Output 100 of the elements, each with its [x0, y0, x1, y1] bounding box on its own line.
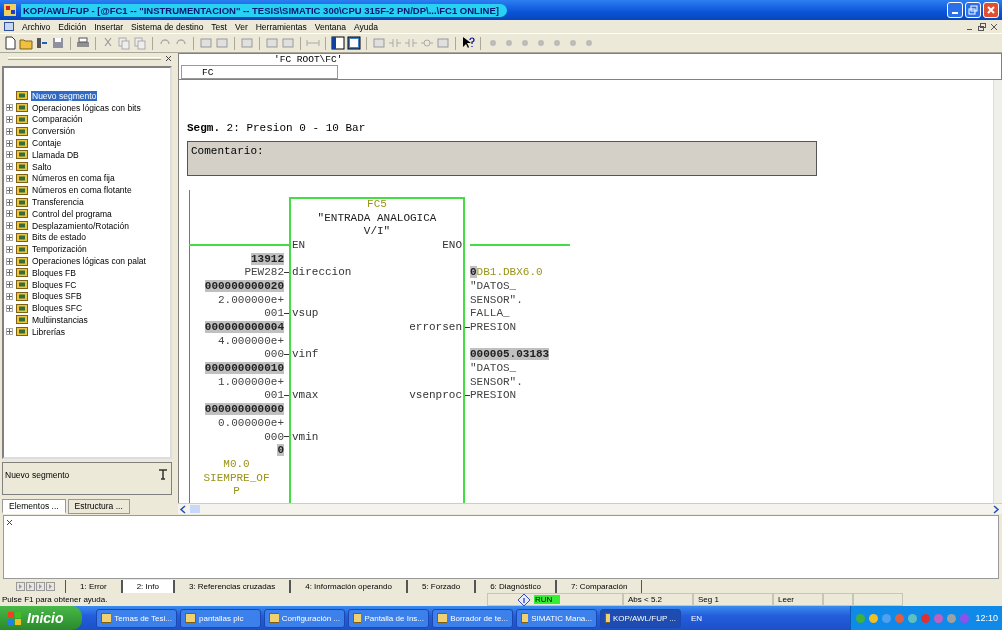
tray-icon[interactable]: [946, 612, 958, 624]
taskbar-button[interactable]: Temas de Tesi...: [96, 608, 177, 628]
tree-item[interactable]: Bloques SFC: [31, 303, 84, 314]
toolbar-icon[interactable]: [372, 36, 386, 50]
output-tab[interactable]: 2: Info: [121, 580, 174, 593]
output-tab[interactable]: 3: Referencias cruzadas: [173, 580, 291, 593]
tree-item[interactable]: Control del programa: [31, 208, 113, 219]
minimize-button[interactable]: [947, 2, 963, 18]
tab-nav-icon[interactable]: [46, 581, 55, 591]
taskbar-button[interactable]: SIMATIC Mana...: [516, 608, 597, 628]
paste-icon[interactable]: [133, 36, 147, 50]
menu-item[interactable]: Ver: [234, 21, 248, 32]
taskbar-button[interactable]: Borrador de te...: [432, 608, 513, 628]
tab-nav-icon[interactable]: [16, 581, 25, 591]
tray-icon[interactable]: [959, 612, 971, 624]
block-combo[interactable]: FC: [181, 65, 338, 79]
close-icon[interactable]: [165, 55, 172, 63]
expand-icon[interactable]: [6, 186, 13, 194]
panel-tab[interactable]: Elementos ...: [2, 499, 66, 514]
tree-item[interactable]: Bloques FB: [31, 267, 77, 278]
taskbar-button[interactable]: KOP/AWL/FUP ...: [600, 608, 681, 628]
expand-icon[interactable]: [6, 174, 13, 182]
tray-icon[interactable]: [920, 612, 932, 624]
toolbar-icon[interactable]: [281, 36, 295, 50]
window-icon[interactable]: [331, 36, 345, 50]
taskbar-button[interactable]: Configuración ...: [264, 608, 345, 628]
expand-icon[interactable]: [6, 210, 13, 218]
menu-item[interactable]: Insertar: [94, 21, 124, 32]
restore-icon[interactable]: [978, 22, 986, 31]
tree-item[interactable]: Temporización: [31, 244, 88, 255]
tree-item[interactable]: Llamada DB: [31, 149, 80, 160]
network-icon[interactable]: [35, 36, 49, 50]
expand-icon[interactable]: [6, 328, 13, 336]
tab-nav-icon[interactable]: [36, 581, 45, 591]
expand-icon[interactable]: [6, 222, 13, 230]
help-pointer-icon[interactable]: [461, 36, 475, 50]
taskbar-button[interactable]: Pantalla de Ins...: [348, 608, 429, 628]
expand-icon[interactable]: [6, 139, 13, 147]
output-tab[interactable]: 4: Información operando: [290, 580, 407, 593]
menu-item[interactable]: Sistema de destino: [131, 21, 204, 32]
expand-icon[interactable]: [6, 245, 13, 253]
tree-item[interactable]: Multiinstancias: [31, 315, 89, 325]
expand-icon[interactable]: [6, 269, 13, 277]
tree-item[interactable]: Operaciones lógicas con palat: [31, 256, 147, 266]
menu-item[interactable]: Edición: [58, 21, 87, 32]
expand-icon[interactable]: [6, 163, 13, 171]
tree-item[interactable]: Desplazamiento/Rotación: [31, 220, 130, 231]
open-folder-icon[interactable]: [19, 36, 33, 50]
expand-icon[interactable]: [6, 233, 13, 241]
tray-icon[interactable]: [855, 612, 867, 624]
expand-icon[interactable]: [6, 304, 13, 312]
output-tab[interactable]: 7: Comparación: [555, 580, 643, 593]
tree-item[interactable]: Transferencia: [31, 197, 85, 207]
tray-icon[interactable]: [894, 612, 906, 624]
output-tab[interactable]: 5: Forzado: [406, 580, 476, 593]
print-icon[interactable]: [76, 36, 90, 50]
toolbar-icon[interactable]: [265, 36, 279, 50]
expand-icon[interactable]: [6, 104, 13, 112]
tree-item[interactable]: Operaciones lógicas con bits: [31, 102, 142, 113]
close-icon[interactable]: [6, 519, 13, 526]
vertical-scrollbar[interactable]: [993, 80, 1002, 503]
window-icon[interactable]: [347, 36, 361, 50]
horizontal-scrollbar[interactable]: [178, 503, 1002, 514]
panel-tab[interactable]: Estructura ...: [67, 499, 130, 514]
coil-icon[interactable]: [420, 36, 434, 50]
menu-item[interactable]: Archivo: [22, 21, 51, 32]
tray-icon[interactable]: [868, 612, 880, 624]
menu-item[interactable]: Ayuda: [353, 21, 378, 32]
comment-field[interactable]: Comentario:: [187, 141, 817, 176]
output-tab[interactable]: 1: Error: [65, 580, 122, 593]
tree-item[interactable]: Bloques FC: [31, 279, 78, 290]
save-icon[interactable]: [51, 36, 65, 50]
close-button[interactable]: [983, 2, 999, 18]
taskbar-button[interactable]: pantallas plc: [180, 608, 261, 628]
tray-icon[interactable]: [881, 612, 893, 624]
toolbar-icon[interactable]: [240, 36, 254, 50]
language-indicator[interactable]: EN: [691, 613, 703, 623]
tray-icon[interactable]: [907, 612, 919, 624]
copy-icon[interactable]: [117, 36, 131, 50]
tree-item[interactable]: Bloques SFB: [31, 291, 83, 302]
expand-icon[interactable]: [6, 115, 13, 123]
new-file-icon[interactable]: [3, 36, 17, 50]
tray-icon[interactable]: [933, 612, 945, 624]
contact-icon[interactable]: [404, 36, 418, 50]
tab-nav-icon[interactable]: [26, 581, 35, 591]
close-icon[interactable]: [990, 22, 998, 31]
pin-icon[interactable]: [157, 467, 169, 482]
tree-item[interactable]: Comparación: [31, 114, 84, 125]
expand-icon[interactable]: [6, 257, 13, 265]
tree-item[interactable]: Bits de estado: [31, 232, 87, 243]
output-tab[interactable]: 6: Diagnóstico: [475, 580, 556, 593]
contact-icon[interactable]: [388, 36, 402, 50]
expand-icon[interactable]: [6, 281, 13, 289]
toolbar-icon[interactable]: [199, 36, 213, 50]
tree-item[interactable]: Números en coma fija: [31, 173, 116, 184]
toolbar-icon[interactable]: [436, 36, 450, 50]
tree-item[interactable]: Nuevo segmento: [31, 90, 98, 101]
toolbar-icon[interactable]: [215, 36, 229, 50]
expand-icon[interactable]: [6, 127, 13, 135]
menu-item[interactable]: Test: [211, 21, 227, 32]
